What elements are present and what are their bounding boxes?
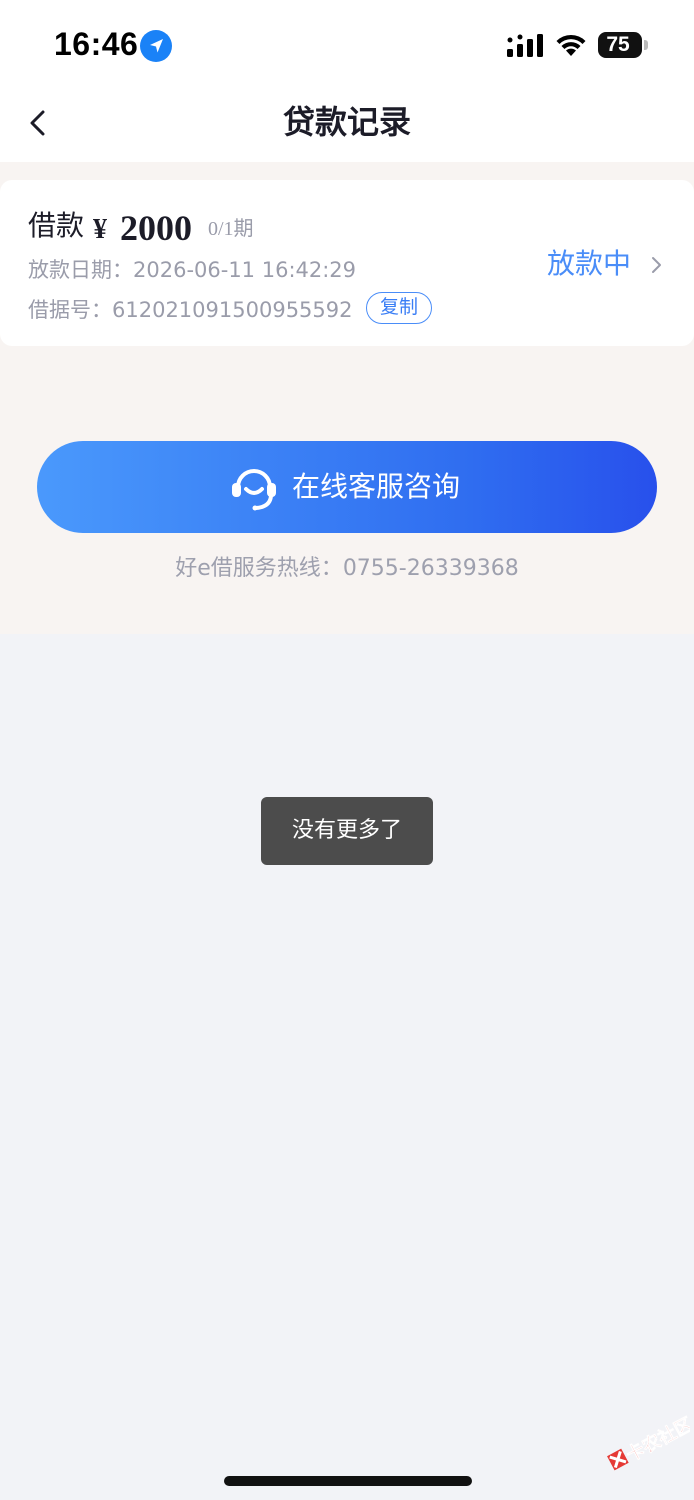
disbursement-date-value: 2026-06-11 16:42:29 — [133, 258, 357, 282]
headset-icon — [232, 469, 276, 511]
svg-text:卡农社区: 卡农社区 — [622, 1413, 690, 1466]
loan-label: 借款 — [28, 209, 85, 242]
battery-cap — [644, 40, 648, 50]
loan-status: 放款中 — [547, 247, 632, 280]
hotline-number[interactable]: 0755-26339368 — [343, 556, 519, 581]
disbursement-date-label: 放款日期： — [28, 258, 133, 282]
loan-amount: 2000 — [120, 208, 192, 248]
loan-number-row: 借据号：612021091500955592 — [28, 294, 353, 326]
disbursement-date-row: 放款日期：2026-06-11 16:42:29 — [28, 254, 356, 286]
service-hotline[interactable]: 好e借服务热线：0755-26339368 — [0, 552, 694, 586]
battery-level: 75 — [606, 33, 630, 56]
loan-period: 0/1期 — [208, 218, 254, 240]
status-time: 16:46 — [54, 26, 139, 62]
wifi-icon — [556, 34, 586, 56]
signal-icon — [507, 34, 543, 57]
loan-number-label: 借据号： — [28, 298, 112, 322]
location-arrow-icon — [140, 30, 172, 62]
chevron-right-icon — [652, 257, 661, 273]
nav-bar: 贷款记录 — [0, 90, 694, 162]
page-title: 贷款记录 — [282, 103, 411, 141]
no-more-toast: 没有更多了 — [261, 797, 433, 865]
home-indicator — [224, 1476, 472, 1486]
hotline-label: 好e借服务热线： — [175, 556, 343, 581]
currency-symbol: ¥ — [93, 214, 107, 245]
battery-icon: 75 — [598, 32, 642, 58]
loan-number-value: 612021091500955592 — [112, 298, 353, 322]
loan-section: 借款 ¥ 2000 0/1期 放款日期：2026-06-11 16:42:29 … — [0, 162, 694, 634]
copy-button[interactable]: 复制 — [366, 292, 432, 324]
online-service-button[interactable]: 在线客服咨询 — [37, 441, 657, 533]
status-bar: 16:46 75 — [0, 0, 694, 90]
watermark-logo: 卡农社区 — [607, 1413, 690, 1471]
online-service-label: 在线客服咨询 — [292, 470, 461, 503]
loan-record-card[interactable]: 借款 ¥ 2000 0/1期 放款日期：2026-06-11 16:42:29 … — [0, 180, 694, 346]
